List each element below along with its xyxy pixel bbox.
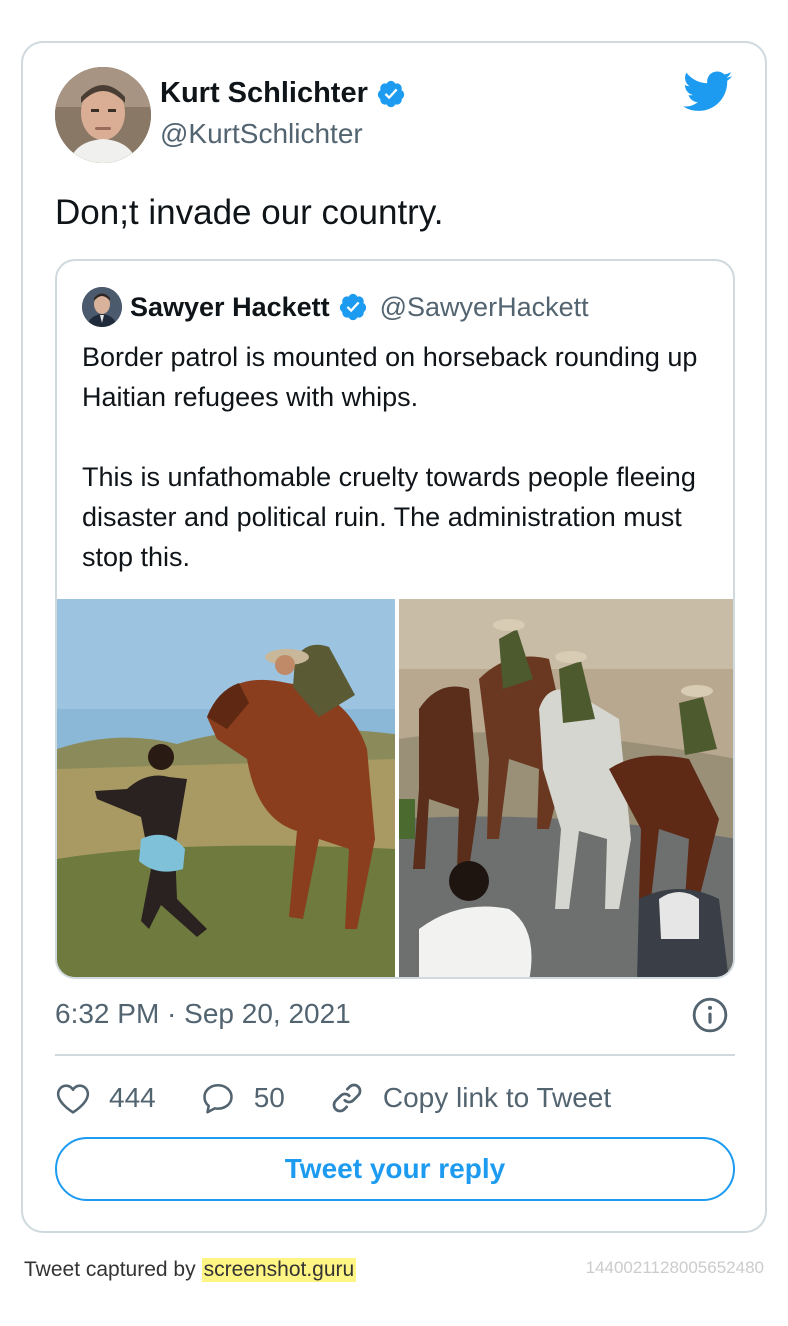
- info-icon[interactable]: [691, 996, 729, 1034]
- media-photo-1[interactable]: [57, 599, 395, 977]
- quoted-author-row: Sawyer Hackett @SawyerHackett: [130, 287, 589, 327]
- comment-icon: [202, 1083, 233, 1114]
- quoted-tweet[interactable]: Sawyer Hackett @SawyerHackett Border pat…: [55, 259, 735, 979]
- captured-by-label: Tweet captured by: [24, 1258, 196, 1281]
- capture-footer: Tweet captured by screenshot.guru: [24, 1258, 357, 1282]
- quoted-tweet-text: Border patrol is mounted on horseback ro…: [82, 337, 702, 617]
- divider: [55, 1054, 735, 1056]
- photo-horseback-field-image: [57, 599, 395, 977]
- quoted-paragraph-2: This is unfathomable cruelty towards peo…: [82, 462, 696, 572]
- avatar-image: [55, 67, 151, 163]
- author-handle[interactable]: @KurtSchlichter: [160, 118, 363, 150]
- like-button[interactable]: 444: [55, 1080, 156, 1116]
- heart-icon: [56, 1084, 90, 1114]
- quoted-paragraph-1: Border patrol is mounted on horseback ro…: [82, 342, 698, 412]
- quoted-media: [57, 599, 733, 977]
- quoted-avatar-image: [82, 287, 122, 327]
- author-name[interactable]: Kurt Schlichter: [160, 77, 368, 110]
- tweet-actions: 444 50 Copy link to Tweet: [55, 1075, 655, 1121]
- tweet-id: 1440021128005652480: [585, 1258, 764, 1277]
- tweet-your-reply-button[interactable]: Tweet your reply: [55, 1137, 735, 1201]
- tweet-timestamp[interactable]: 6:32 PM · Sep 20, 2021: [55, 998, 351, 1030]
- author-avatar[interactable]: [55, 67, 151, 163]
- author-name-row: Kurt Schlichter: [160, 77, 406, 110]
- reply-count: 50: [253, 1082, 285, 1113]
- tweet-card: Kurt Schlichter @KurtSchlichter Don;t in…: [21, 41, 767, 1233]
- quoted-author-handle[interactable]: @SawyerHackett: [380, 292, 589, 323]
- media-photo-2[interactable]: [399, 599, 733, 977]
- copy-link-button[interactable]: Copy link to Tweet: [329, 1080, 611, 1116]
- verified-badge-icon: [377, 80, 404, 107]
- reply-count-button[interactable]: 50: [200, 1080, 285, 1116]
- photo-riders-river-image: [399, 599, 733, 977]
- tweet-text: Don;t invade our country.: [55, 193, 444, 232]
- quoted-author-avatar[interactable]: [82, 287, 122, 327]
- screenshot-guru-link[interactable]: screenshot.guru: [201, 1258, 357, 1282]
- twitter-bird-icon[interactable]: [683, 71, 733, 113]
- like-count: 444: [109, 1082, 156, 1113]
- quoted-author-name[interactable]: Sawyer Hackett: [130, 292, 330, 323]
- copy-link-label: Copy link to Tweet: [382, 1082, 612, 1113]
- link-icon: [332, 1083, 362, 1113]
- quoted-verified-badge-icon: [339, 293, 366, 321]
